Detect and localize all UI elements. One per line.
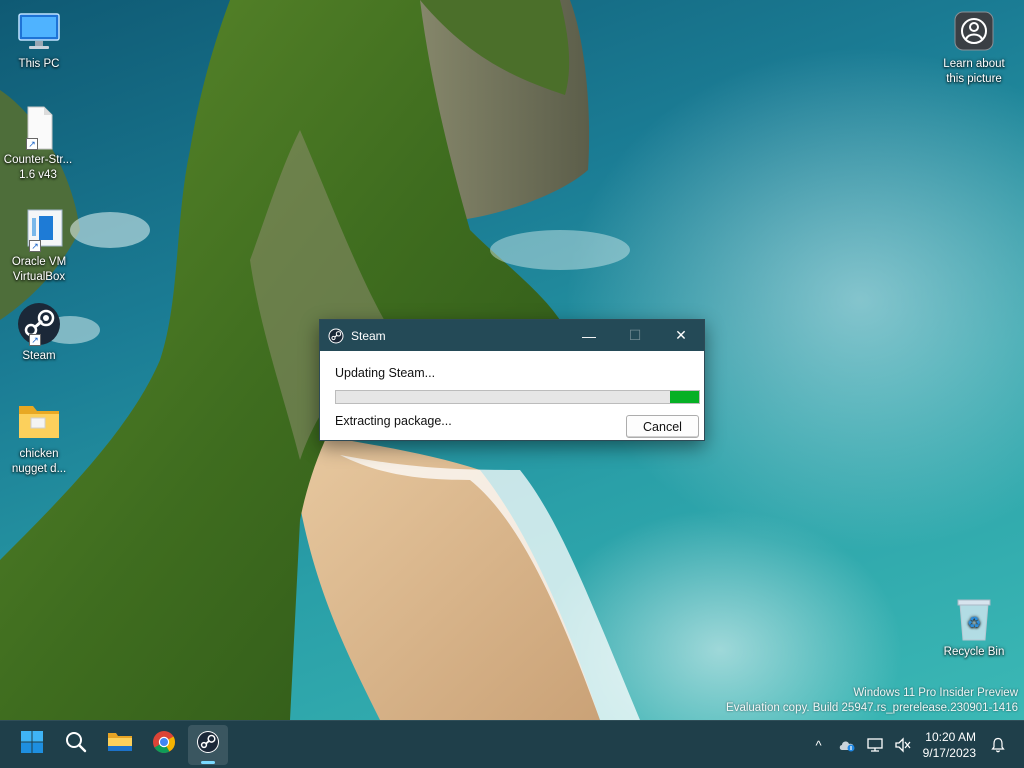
shortcut-arrow-icon: ↗	[29, 334, 41, 346]
minimize-button[interactable]: —	[566, 320, 612, 351]
notification-bell-icon[interactable]	[984, 729, 1012, 761]
update-progress-bar	[335, 390, 700, 404]
volume-muted-icon[interactable]	[889, 729, 917, 761]
desktop-icon-learn-about-picture[interactable]: Learn about this picture	[936, 10, 1012, 87]
desktop-icon-label: Oracle VM VirtualBox	[11, 256, 67, 283]
desktop-icon-steam[interactable]: ↗ Steam	[1, 302, 77, 364]
network-icon[interactable]	[861, 729, 889, 761]
watermark-build: Evaluation copy. Build 25947.rs_prerelea…	[726, 702, 1018, 714]
desktop-icon-this-pc[interactable]: This PC	[1, 10, 77, 72]
active-app-indicator	[201, 760, 215, 764]
desktop-icon-label: Counter-Str... 1.6 v43	[3, 154, 73, 181]
dialog-titlebar[interactable]: Steam — ☐ ✕	[320, 320, 704, 351]
desktop-icon-virtualbox[interactable]: ↗ Oracle VM VirtualBox	[1, 208, 77, 285]
document-shortcut-icon: ↗	[14, 106, 62, 150]
chrome-icon	[152, 730, 176, 759]
file-explorer-icon	[107, 730, 133, 759]
update-status-text: Updating Steam...	[335, 366, 436, 380]
this-pc-icon	[15, 10, 63, 54]
steam-update-dialog: Steam — ☐ ✕ Updating Steam... Extracting…	[319, 319, 705, 441]
virtualbox-icon: ↗	[15, 208, 63, 252]
show-hidden-icons-chevron-icon[interactable]: ^	[805, 729, 833, 761]
progress-bar-fill	[669, 391, 699, 403]
search-button[interactable]	[56, 725, 96, 765]
onedrive-cloud-icon[interactable]	[833, 729, 861, 761]
desktop-icon-label: Steam	[22, 350, 56, 362]
shortcut-arrow-icon: ↗	[29, 240, 41, 252]
start-icon	[20, 730, 44, 759]
clock-time: 10:20 AM	[925, 730, 976, 744]
taskbar: ^ 10:20 AM 9/17/2023	[0, 720, 1024, 768]
file-explorer-button[interactable]	[100, 725, 140, 765]
desktop-icon-label: This PC	[18, 58, 60, 70]
update-detail-text: Extracting package...	[335, 414, 452, 428]
shortcut-arrow-icon: ↗	[26, 138, 38, 150]
watermark-edition: Windows 11 Pro Insider Preview	[853, 687, 1018, 699]
desktop-icon-label: Learn about this picture	[943, 58, 1005, 85]
desktop-icon-recycle-bin[interactable]: ♻ Recycle Bin	[936, 598, 1012, 660]
desktop-icon-counter-strike[interactable]: ↗ Counter-Str... 1.6 v43	[0, 106, 76, 183]
desktop-icon-label: Recycle Bin	[943, 646, 1005, 658]
svg-text:♻: ♻	[967, 613, 981, 632]
windows-watermark: Windows 11 Pro Insider Preview Evaluatio…	[726, 686, 1018, 716]
dialog-body: Updating Steam... Extracting package... …	[320, 351, 704, 440]
system-tray: ^ 10:20 AM 9/17/2023	[805, 721, 1024, 768]
desktop-icon-chicken-nugget-folder[interactable]: chicken nugget d...	[1, 400, 77, 477]
camera-icon	[950, 10, 998, 54]
recycle-bin-icon: ♻	[950, 598, 998, 642]
clock-date: 9/17/2023	[922, 746, 976, 760]
close-button[interactable]: ✕	[658, 320, 704, 351]
chrome-button[interactable]	[144, 725, 184, 765]
desktop-icon-label: chicken nugget d...	[11, 448, 67, 475]
dialog-title: Steam	[351, 328, 386, 343]
steam-icon	[328, 328, 344, 344]
search-icon	[64, 730, 88, 759]
start-button[interactable]	[12, 725, 52, 765]
cancel-button[interactable]: Cancel	[626, 415, 699, 438]
steam-taskbar-button[interactable]	[188, 724, 228, 765]
folder-icon	[15, 400, 63, 444]
maximize-button: ☐	[628, 327, 642, 343]
steam-icon: ↗	[15, 302, 63, 346]
taskbar-clock[interactable]: 10:20 AM 9/17/2023	[917, 729, 984, 761]
steam-icon	[196, 730, 220, 759]
